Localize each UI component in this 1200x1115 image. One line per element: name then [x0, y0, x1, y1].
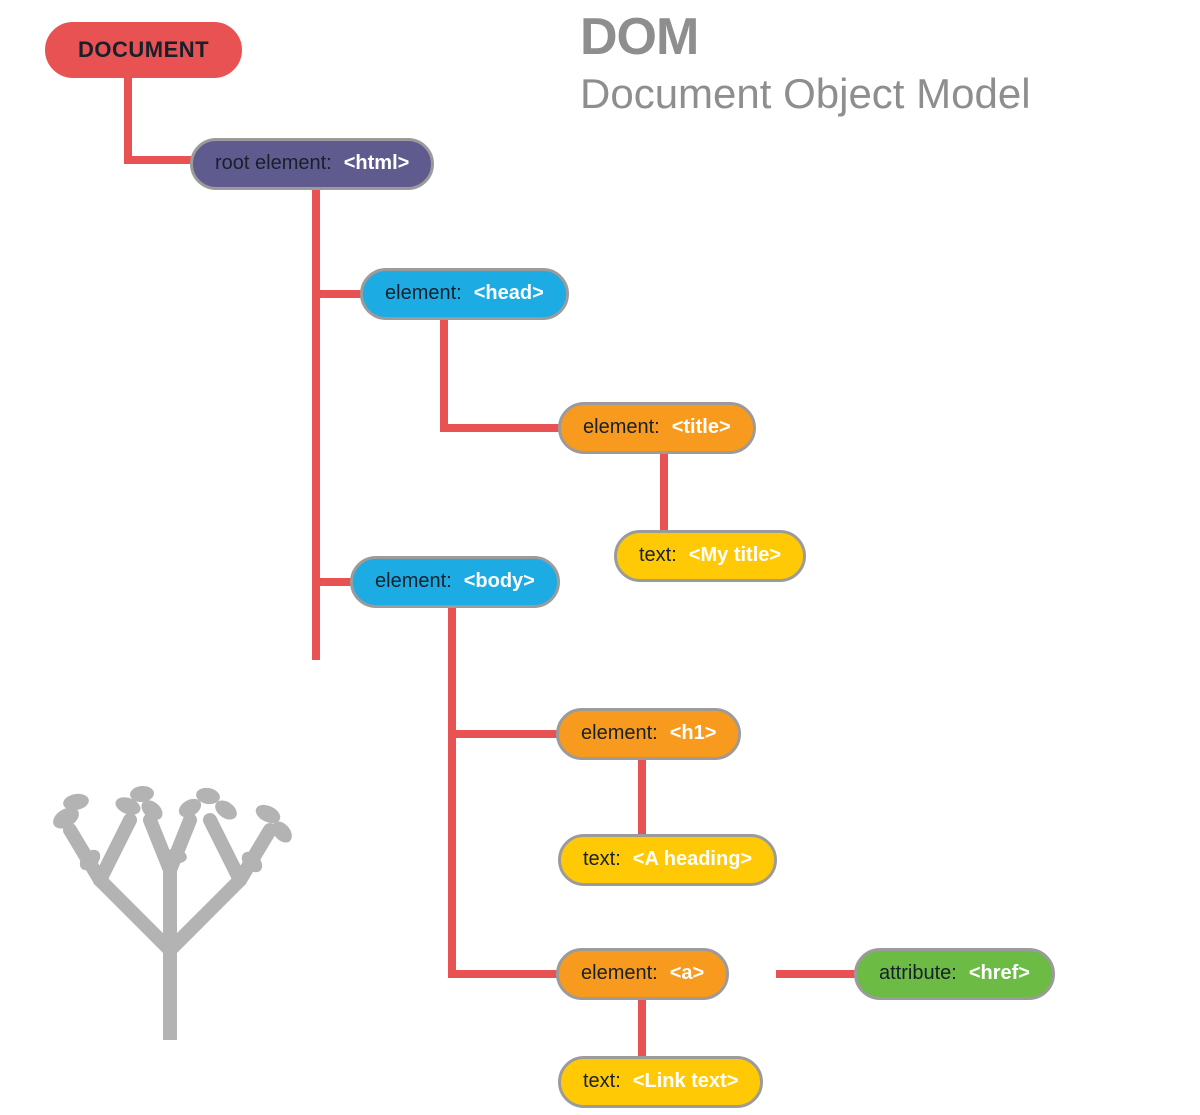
node-html-tag: <html> — [344, 152, 410, 175]
node-head-tag: <head> — [474, 282, 544, 305]
node-html: root element: <html> — [190, 138, 434, 190]
node-h1-text: text: <A heading> — [558, 834, 777, 886]
connector — [448, 970, 560, 978]
node-html-label: root element: — [215, 152, 332, 175]
diagram-title-block: DOM Document Object Model — [580, 10, 1031, 119]
node-a-text: text: <Link text> — [558, 1056, 763, 1108]
node-href-label: attribute: — [879, 962, 957, 985]
connector — [660, 454, 668, 534]
node-document-label: DOCUMENT — [78, 37, 209, 63]
connector — [312, 290, 364, 298]
node-h1-tag: <h1> — [670, 722, 717, 745]
node-title-text: text: <My title> — [614, 530, 806, 582]
node-title-text-tag: <My title> — [689, 544, 781, 567]
connector — [638, 1000, 646, 1060]
connector — [776, 970, 858, 978]
node-a-text-tag: <Link text> — [633, 1070, 739, 1093]
connector — [440, 424, 562, 432]
node-body-label: element: — [375, 570, 452, 593]
dom-diagram: DOM Document Object Model DOCUMENT root … — [0, 0, 1200, 1115]
node-h1-text-tag: <A heading> — [633, 848, 752, 871]
connector — [124, 78, 132, 164]
node-body-tag: <body> — [464, 570, 535, 593]
node-a-label: element: — [581, 962, 658, 985]
node-a-text-label: text: — [583, 1070, 621, 1093]
node-title-text-label: text: — [639, 544, 677, 567]
diagram-title: DOM — [580, 10, 1031, 65]
node-document: DOCUMENT — [45, 22, 242, 78]
tree-icon — [30, 760, 310, 1040]
node-body: element: <body> — [350, 556, 560, 608]
node-h1-label: element: — [581, 722, 658, 745]
connector — [124, 156, 194, 164]
node-a-tag: <a> — [670, 962, 704, 985]
diagram-subtitle: Document Object Model — [580, 69, 1031, 119]
node-title-label: element: — [583, 416, 660, 439]
connector — [440, 320, 448, 432]
node-href-tag: <href> — [969, 962, 1030, 985]
node-head-label: element: — [385, 282, 462, 305]
connector — [448, 730, 560, 738]
node-a: element: <a> — [556, 948, 729, 1000]
node-href: attribute: <href> — [854, 948, 1055, 1000]
connector — [312, 190, 320, 660]
connector — [638, 760, 646, 838]
connector — [448, 608, 456, 978]
node-h1-text-label: text: — [583, 848, 621, 871]
connector — [312, 578, 354, 586]
node-title: element: <title> — [558, 402, 756, 454]
node-h1: element: <h1> — [556, 708, 741, 760]
node-title-tag: <title> — [672, 416, 731, 439]
node-head: element: <head> — [360, 268, 569, 320]
